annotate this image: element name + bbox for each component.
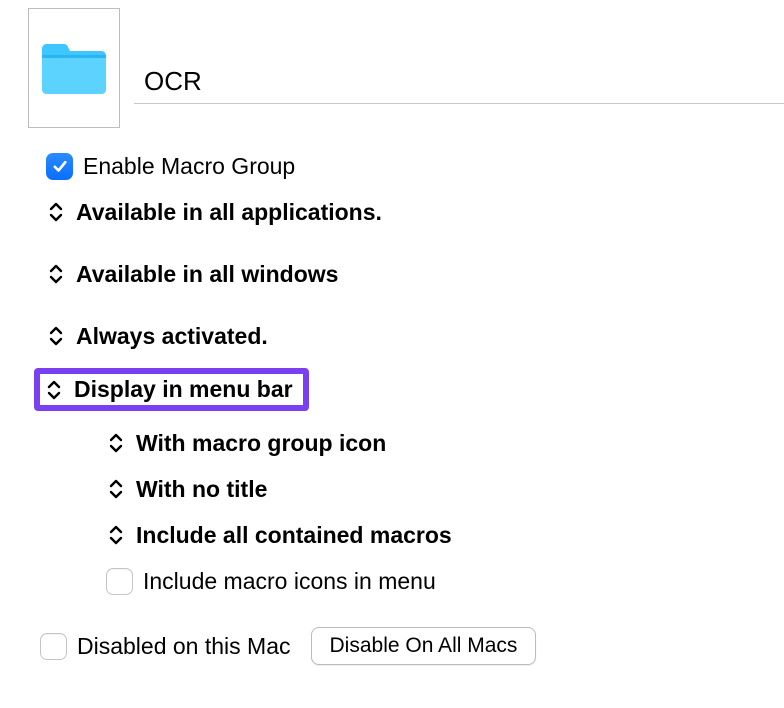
- display-menu-bar-label: Display in menu bar: [74, 376, 293, 403]
- chevron-up-down-icon: [108, 478, 124, 500]
- always-activated-label: Always activated.: [76, 323, 268, 350]
- chevron-up-down-icon: [48, 201, 64, 223]
- group-icon-well[interactable]: [28, 8, 120, 128]
- enable-group-label: Enable Macro Group: [83, 153, 295, 180]
- chevron-up-down-icon: [108, 524, 124, 546]
- available-windows-stepper[interactable]: [46, 261, 66, 287]
- display-menu-bar-stepper[interactable]: [44, 377, 64, 403]
- display-menu-bar-highlight: Display in menu bar: [34, 368, 309, 411]
- include-icons-label: Include macro icons in menu: [143, 568, 436, 595]
- group-title-input[interactable]: [134, 60, 784, 104]
- folder-icon: [38, 39, 110, 97]
- chevron-up-down-icon: [46, 379, 62, 401]
- include-macros-stepper[interactable]: [106, 522, 126, 548]
- available-windows-label: Available in all windows: [76, 261, 338, 288]
- disable-all-macs-button[interactable]: Disable On All Macs: [311, 627, 537, 665]
- chevron-up-down-icon: [108, 432, 124, 454]
- with-no-title-stepper[interactable]: [106, 476, 126, 502]
- always-activated-stepper[interactable]: [46, 323, 66, 349]
- with-no-title-label: With no title: [136, 476, 267, 503]
- disabled-on-mac-label: Disabled on this Mac: [77, 633, 291, 660]
- available-apps-stepper[interactable]: [46, 199, 66, 225]
- with-icon-label: With macro group icon: [136, 430, 386, 457]
- enable-group-checkbox[interactable]: [46, 153, 73, 180]
- with-icon-stepper[interactable]: [106, 430, 126, 456]
- include-macros-label: Include all contained macros: [136, 522, 452, 549]
- checkmark-icon: [51, 157, 69, 175]
- chevron-up-down-icon: [48, 325, 64, 347]
- available-apps-label: Available in all applications.: [76, 199, 382, 226]
- chevron-up-down-icon: [48, 263, 64, 285]
- disabled-on-mac-checkbox[interactable]: [40, 633, 67, 660]
- include-icons-checkbox[interactable]: [106, 568, 133, 595]
